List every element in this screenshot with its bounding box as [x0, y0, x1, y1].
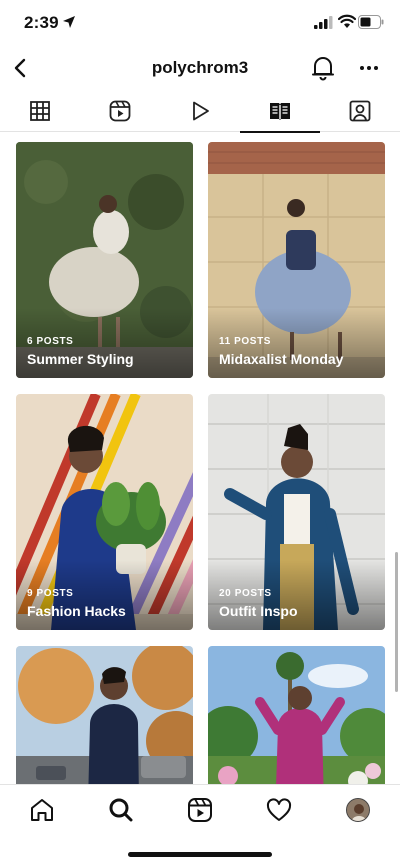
nav-activity[interactable]	[264, 795, 294, 825]
guide-post-count: 9 POSTS	[27, 588, 74, 599]
home-icon	[31, 799, 53, 821]
guide-card[interactable]: 6 POSTS Summer Styling	[16, 142, 193, 378]
battery-icon	[358, 15, 384, 29]
tab-reels[interactable]	[80, 90, 160, 132]
location-arrow-icon	[63, 16, 75, 28]
guide-card[interactable]: 9 POSTS Fashion Hacks	[16, 394, 193, 630]
guide-post-count: 20 POSTS	[219, 588, 272, 599]
tab-tagged[interactable]	[320, 90, 400, 132]
guide-title: Outfit Inspo	[219, 603, 298, 619]
cellular-signal-icon	[314, 16, 333, 29]
guide-title: Midaxalist Monday	[219, 351, 344, 367]
guide-post-count: 6 POSTS	[27, 336, 74, 347]
profile-avatar[interactable]	[346, 798, 370, 822]
home-indicator	[128, 852, 272, 857]
guide-cover-image	[16, 646, 193, 785]
guides-grid: 6 POSTS Summer Styling 11 POSTS Midaxali…	[0, 133, 400, 785]
more-options-icon[interactable]	[356, 56, 382, 80]
guide-cover-image	[208, 646, 385, 785]
nav-reels[interactable]	[185, 795, 215, 825]
heart-icon	[266, 798, 292, 821]
nav-search[interactable]	[106, 795, 136, 825]
tab-guides[interactable]	[240, 90, 320, 133]
guides-icon	[270, 103, 290, 120]
guide-title: Fashion Hacks	[27, 603, 126, 619]
status-time: 2:39	[24, 13, 59, 32]
tab-videos[interactable]	[160, 90, 240, 132]
status-bar: 2:39	[0, 0, 400, 46]
tagged-icon	[349, 100, 371, 122]
tab-posts-grid[interactable]	[0, 90, 80, 132]
guide-card[interactable]	[16, 646, 193, 785]
reels-icon	[188, 798, 212, 822]
reels-icon	[109, 100, 131, 122]
profile-header: polychrom3	[0, 46, 400, 90]
guide-title: Summer Styling	[27, 351, 134, 367]
bell-icon[interactable]	[310, 54, 336, 82]
guide-post-count: 11 POSTS	[219, 336, 272, 347]
play-icon	[193, 101, 209, 121]
guide-card[interactable]	[208, 646, 385, 785]
avatar-image	[347, 799, 369, 821]
guide-card[interactable]: 11 POSTS Midaxalist Monday	[208, 142, 385, 378]
grid-icon	[30, 101, 50, 121]
scroll-indicator[interactable]	[395, 552, 398, 692]
profile-username: polychrom3	[151, 58, 249, 77]
search-icon	[109, 798, 133, 822]
guide-card[interactable]: 20 POSTS Outfit Inspo	[208, 394, 385, 630]
nav-home[interactable]	[27, 795, 57, 825]
wifi-icon	[338, 14, 356, 28]
profile-tabs	[0, 90, 400, 133]
